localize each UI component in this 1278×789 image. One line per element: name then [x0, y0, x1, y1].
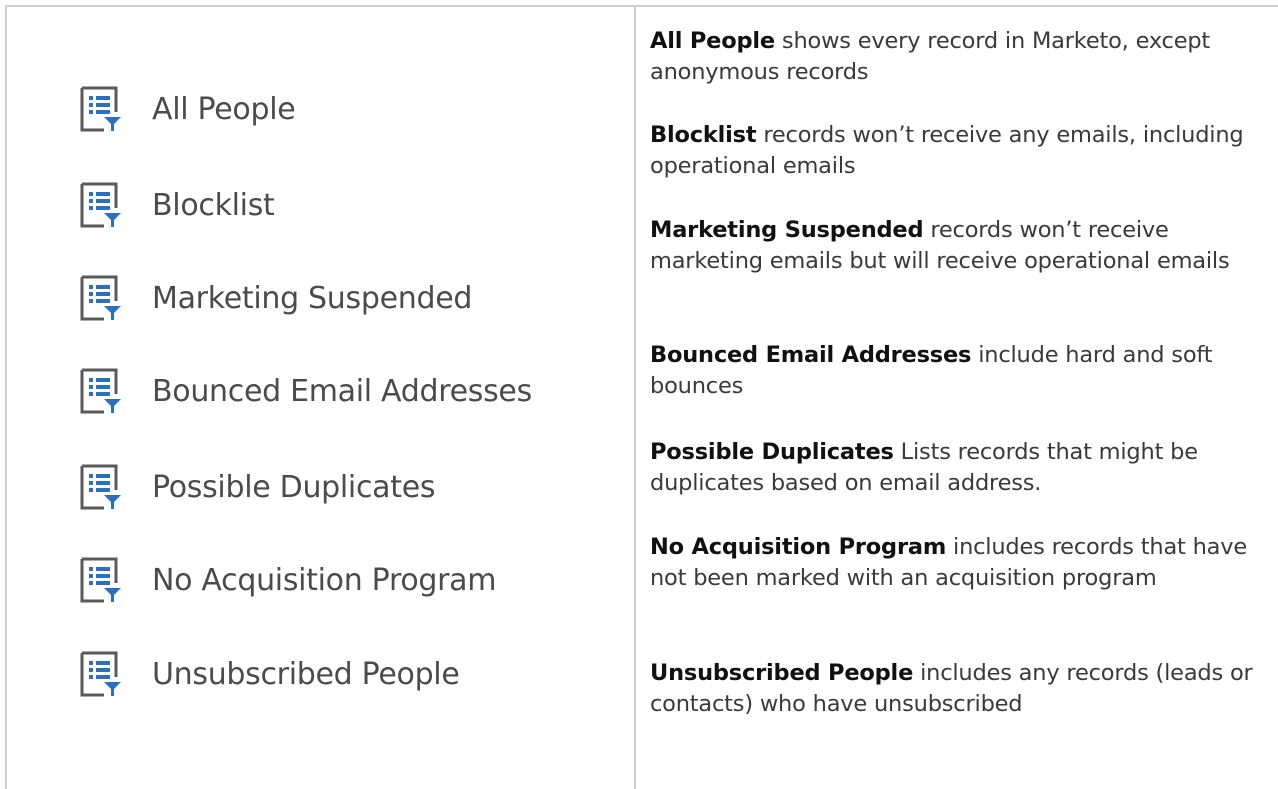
- description-term: Unsubscribed People: [650, 660, 914, 686]
- smart-list-label: Marketing Suspended: [152, 280, 473, 316]
- smart-list-item-bounced-email-addresses[interactable]: Bounced Email Addresses: [80, 366, 532, 416]
- smart-list-item-possible-duplicates[interactable]: Possible Duplicates: [80, 462, 436, 512]
- smart-list-item-unsubscribed-people[interactable]: Unsubscribed People: [80, 649, 460, 699]
- smart-list-icon: [80, 557, 121, 603]
- description-marketing-suspended: Marketing Suspended records won’t receiv…: [650, 215, 1260, 277]
- description-possible-duplicates: Possible Duplicates Lists records that m…: [650, 437, 1260, 499]
- description-term: Marketing Suspended: [650, 217, 924, 243]
- description-term: Blocklist: [650, 122, 757, 148]
- top-border: [5, 5, 1278, 7]
- smart-list-item-no-acquisition-program[interactable]: No Acquisition Program: [80, 555, 496, 605]
- smart-list-label: Unsubscribed People: [152, 656, 460, 692]
- description-term: No Acquisition Program: [650, 534, 947, 560]
- column-divider: [634, 5, 636, 789]
- smart-list-label: All People: [152, 91, 296, 127]
- smart-list-icon: [80, 182, 121, 228]
- smart-list-item-all-people[interactable]: All People: [80, 84, 296, 134]
- description-term: Possible Duplicates: [650, 439, 894, 465]
- description-unsubscribed-people: Unsubscribed People includes any records…: [650, 658, 1260, 720]
- description-all-people: All People shows every record in Marketo…: [650, 26, 1260, 88]
- smart-list-icon: [80, 86, 121, 132]
- smart-list-item-blocklist[interactable]: Blocklist: [80, 180, 275, 230]
- smart-list-icon: [80, 275, 121, 321]
- description-blocklist: Blocklist records won’t receive any emai…: [650, 120, 1260, 182]
- left-border: [5, 5, 7, 789]
- smart-list-item-marketing-suspended[interactable]: Marketing Suspended: [80, 273, 472, 323]
- description-no-acquisition-program: No Acquisition Program includes records …: [650, 532, 1260, 594]
- description-term: All People: [650, 28, 775, 54]
- smart-list-icon: [80, 464, 121, 510]
- smart-list-label: No Acquisition Program: [152, 562, 497, 598]
- smart-list-label: Possible Duplicates: [152, 469, 436, 505]
- smart-list-icon: [80, 368, 121, 414]
- smart-list-label: Bounced Email Addresses: [152, 373, 532, 409]
- smart-list-icon: [80, 651, 121, 697]
- description-term: Bounced Email Addresses: [650, 342, 972, 368]
- description-bounced-email-addresses: Bounced Email Addresses include hard and…: [650, 340, 1260, 402]
- smart-list-label: Blocklist: [152, 187, 275, 223]
